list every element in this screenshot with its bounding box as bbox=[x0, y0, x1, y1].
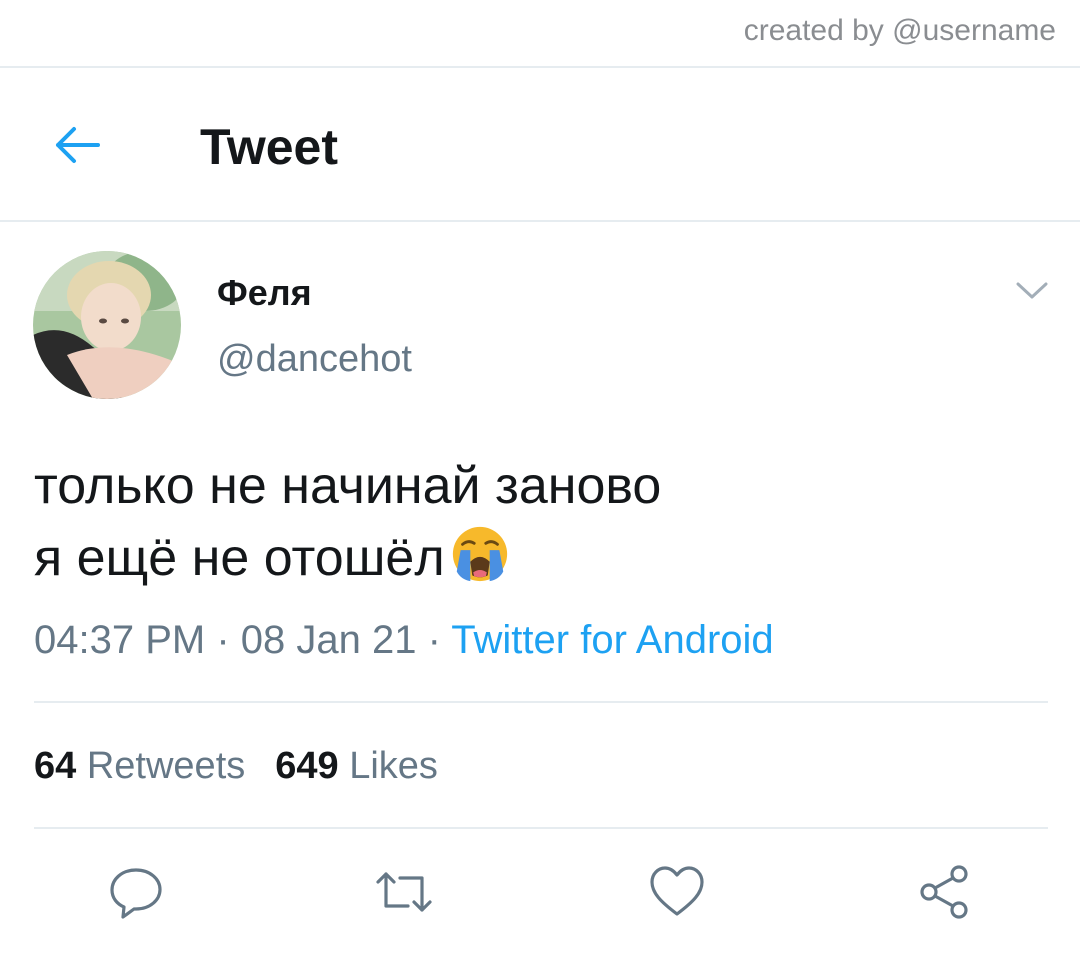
loudly-crying-face-emoji bbox=[452, 526, 507, 582]
divider bbox=[0, 220, 1080, 222]
tweet-line-2: я ещё не отошёл bbox=[34, 522, 661, 594]
retweets-stat[interactable]: 64 Retweets bbox=[34, 745, 245, 787]
tweet-stats: 64 Retweets 649 Likes bbox=[34, 745, 438, 788]
meta-separator: · bbox=[205, 618, 241, 662]
divider bbox=[34, 827, 1048, 829]
meta-separator: · bbox=[416, 618, 452, 662]
back-button[interactable] bbox=[52, 123, 102, 167]
divider bbox=[0, 66, 1080, 68]
reply-icon bbox=[110, 868, 162, 919]
likes-label: Likes bbox=[349, 745, 438, 787]
arrow-left-icon bbox=[56, 127, 100, 163]
retweet-button[interactable] bbox=[374, 862, 434, 922]
retweets-label: Retweets bbox=[86, 745, 246, 787]
tweet-line-2-text: я ещё не отошёл bbox=[34, 529, 445, 587]
user-photo-avatar bbox=[33, 251, 181, 399]
avatar[interactable] bbox=[33, 251, 181, 399]
tweet-meta: 04:37 PM · 08 Jan 21 · Twitter for Andro… bbox=[34, 618, 774, 663]
likes-count: 649 bbox=[275, 745, 339, 787]
page-title: Tweet bbox=[200, 119, 338, 175]
tweet-menu-button[interactable] bbox=[1015, 280, 1049, 302]
tweet-date: 08 Jan 21 bbox=[240, 618, 417, 662]
tweet-line-1: только не начинай заново bbox=[34, 457, 662, 515]
reply-button[interactable] bbox=[106, 862, 166, 922]
like-icon bbox=[650, 866, 704, 916]
retweets-count: 64 bbox=[34, 745, 77, 787]
tweet-text: только не начинай заново я ещё не отошёл bbox=[34, 450, 661, 594]
user-handle[interactable]: @dancehot bbox=[217, 338, 412, 381]
chevron-down-icon bbox=[1016, 282, 1048, 299]
share-icon bbox=[920, 865, 968, 919]
tweet-time: 04:37 PM bbox=[34, 618, 206, 662]
display-name[interactable]: Феля bbox=[217, 272, 312, 314]
divider bbox=[34, 701, 1048, 703]
share-button[interactable] bbox=[915, 862, 975, 922]
likes-stat[interactable]: 649 Likes bbox=[275, 745, 438, 787]
tweet-source-link[interactable]: Twitter for Android bbox=[451, 618, 773, 662]
retweet-icon bbox=[376, 872, 432, 912]
like-button[interactable] bbox=[647, 862, 707, 922]
watermark-credit: created by @username bbox=[743, 14, 1056, 47]
